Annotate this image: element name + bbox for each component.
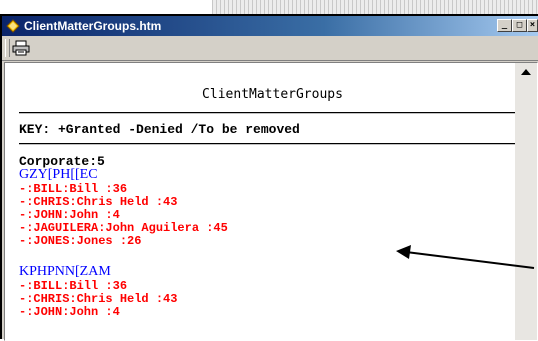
group-name[interactable]: GZY[PH[[EC xyxy=(19,167,228,183)
document-page: ClientMatterGroups KEY: +Granted -Denied… xyxy=(5,63,526,340)
title-bar[interactable]: ClientMatterGroups.htm _ □ × xyxy=(2,16,538,36)
group-name[interactable]: KPHPNN[ZAM xyxy=(19,264,177,280)
divider xyxy=(19,143,526,145)
page-title: ClientMatterGroups xyxy=(202,87,343,102)
background-hatch xyxy=(212,0,538,15)
group-block: KPHPNN[ZAM -:BILL:Bill :36 -:CHRIS:Chris… xyxy=(19,264,177,319)
background-strip xyxy=(0,0,538,15)
member-item: -:JOHN:John :4 xyxy=(19,305,120,319)
key-legend: KEY: +Granted -Denied /To be removed xyxy=(19,122,300,137)
app-icon xyxy=(6,19,20,33)
vertical-scrollbar[interactable] xyxy=(515,63,537,340)
printer-icon[interactable] xyxy=(12,40,30,56)
member-item: -:JONES:Jones :26 xyxy=(19,234,142,248)
window-title: ClientMatterGroups.htm xyxy=(24,19,162,33)
minimize-button[interactable]: _ xyxy=(497,19,512,32)
toolbar-grip[interactable] xyxy=(5,39,10,57)
scroll-up-arrow-icon[interactable] xyxy=(521,69,531,75)
document-view: ClientMatterGroups KEY: +Granted -Denied… xyxy=(4,62,538,341)
toolbar xyxy=(2,36,538,61)
divider xyxy=(19,112,526,114)
maximize-button[interactable]: □ xyxy=(512,19,527,32)
group-block: GZY[PH[[EC -:BILL:Bill :36 -:CHRIS:Chris… xyxy=(19,167,228,248)
browser-window: ClientMatterGroups.htm _ □ × ClientMatte… xyxy=(0,14,538,341)
close-button[interactable]: × xyxy=(527,19,538,32)
